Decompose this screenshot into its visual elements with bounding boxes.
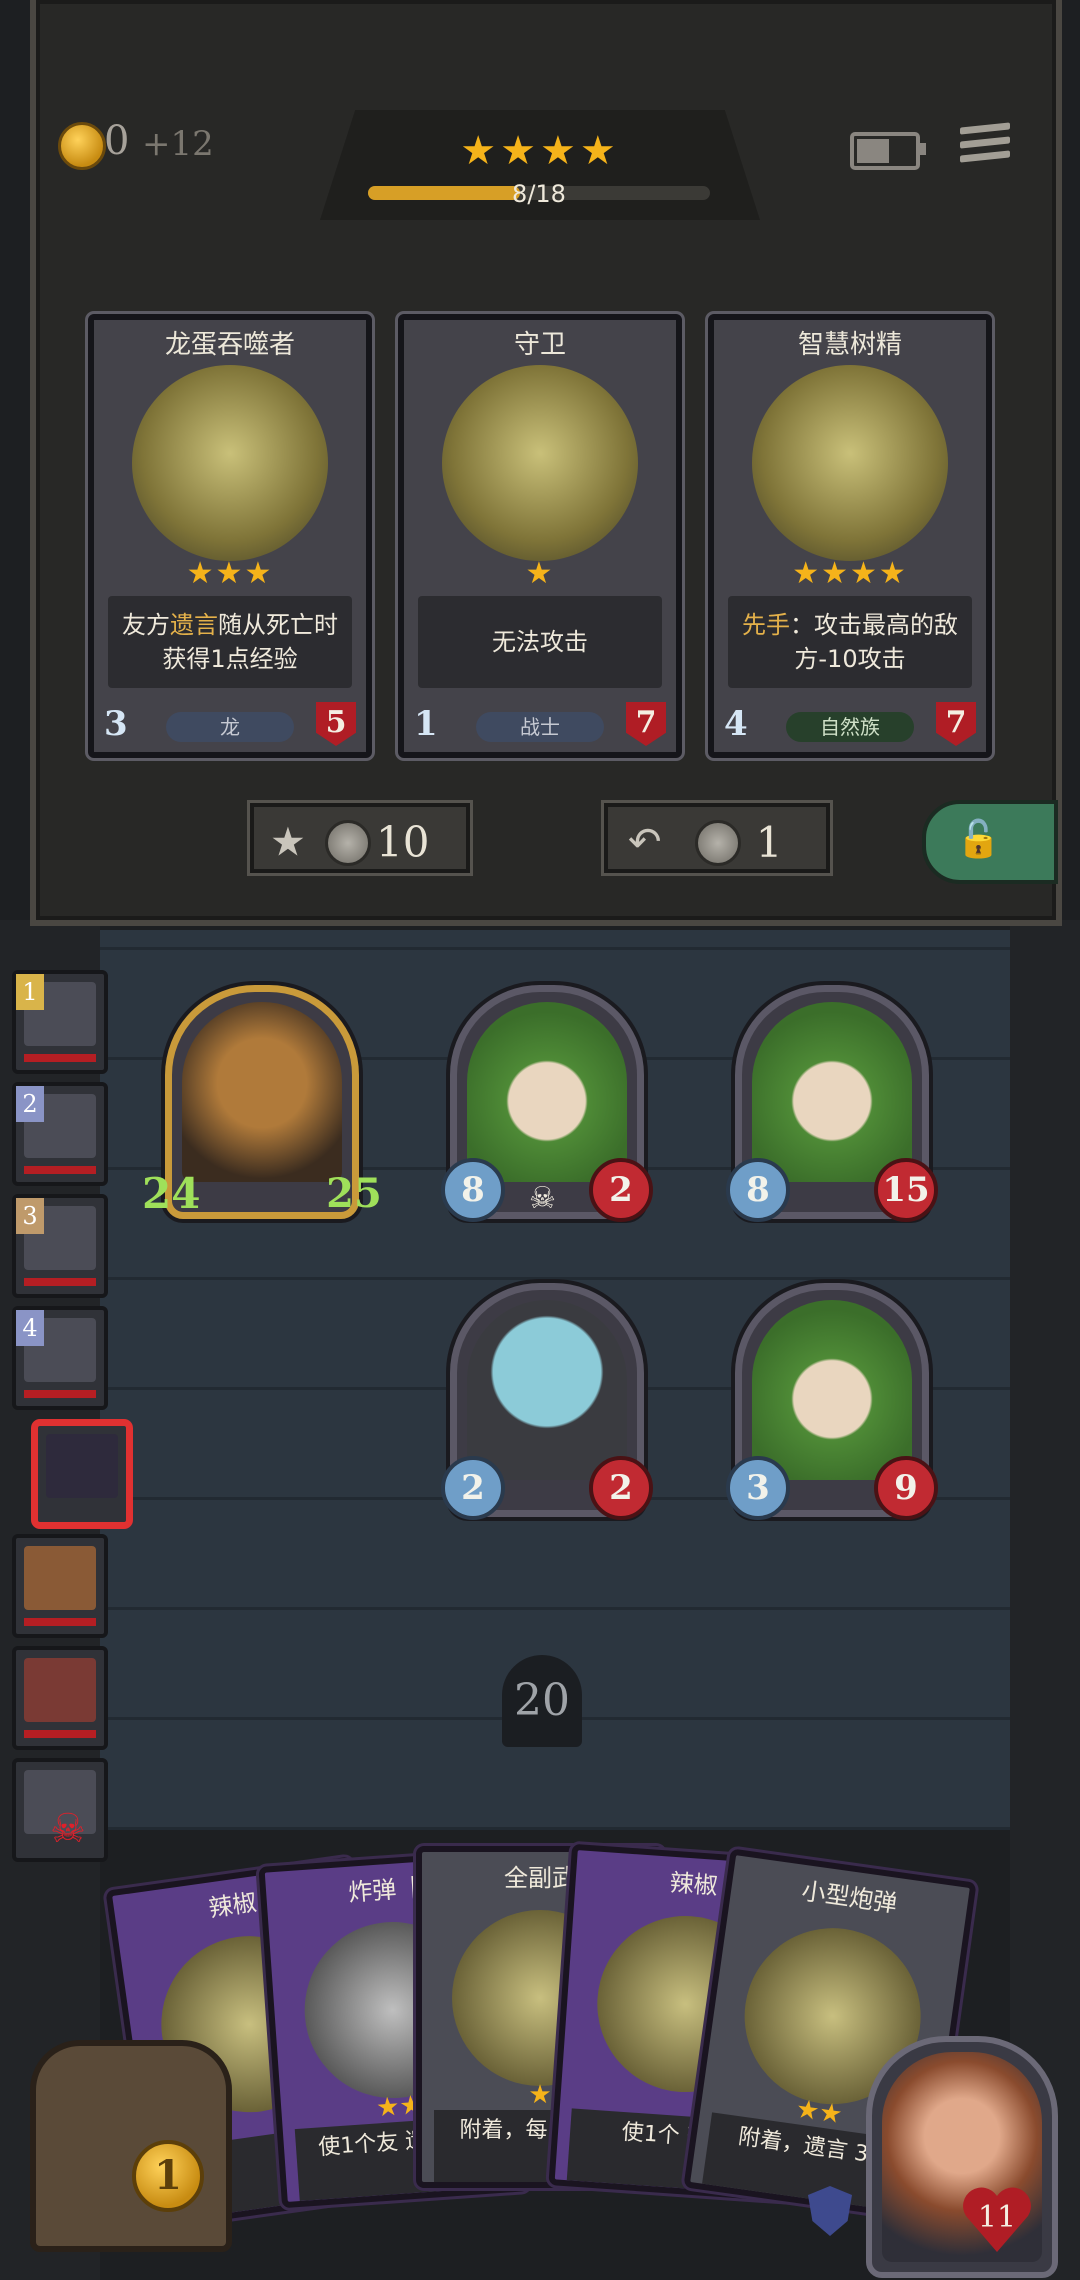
card-stars: ★	[525, 556, 555, 591]
player-avatar-current-opponent[interactable]	[34, 1422, 130, 1526]
hero-portrait[interactable]	[866, 2036, 1058, 2278]
board-minion[interactable]: 8 ☠ 2	[441, 985, 653, 1222]
card-attack: 4	[724, 704, 748, 744]
player-avatar[interactable]	[12, 1646, 108, 1750]
turn-timer: 20	[502, 1655, 582, 1747]
board-minion[interactable]: 8 15	[726, 985, 938, 1222]
refresh-icon: ↶	[628, 819, 662, 866]
lock-icon: 🔓	[956, 819, 1001, 860]
freeze-lock-button[interactable]: 🔓	[922, 800, 1058, 884]
card-description: 无法攻击	[418, 596, 662, 688]
minion-attack: 8	[726, 1158, 790, 1222]
minion-health: 9	[874, 1456, 938, 1520]
minion-attack: 24	[142, 1169, 201, 1218]
board-minion[interactable]: 3 9	[726, 1283, 938, 1520]
refresh-button[interactable]: ↶ 1	[604, 803, 830, 873]
refresh-cost: 1	[755, 817, 783, 867]
upgrade-tavern-button[interactable]: ★ 10	[250, 803, 470, 873]
upgrade-cost: 10	[376, 817, 430, 867]
gold-income: +12	[142, 124, 214, 164]
card-portrait	[442, 365, 638, 561]
armor-shield-icon	[808, 2186, 852, 2236]
deathrattle-skull-icon: ☠	[529, 1181, 556, 1216]
card-name: 龙蛋吞噬者	[164, 330, 295, 360]
minion-attack: 2	[441, 1456, 505, 1520]
minion-portrait	[752, 1002, 912, 1182]
gold-coin-icon	[58, 122, 106, 170]
card-health: 7	[626, 702, 666, 746]
card-health: 7	[936, 702, 976, 746]
minion-health: 15	[874, 1158, 938, 1222]
coin-icon	[694, 819, 741, 866]
treasure-chest-button[interactable]	[30, 2040, 232, 2252]
minion-portrait	[182, 1002, 342, 1182]
coin-icon	[324, 819, 371, 866]
star-up-icon: ★	[270, 819, 306, 866]
minion-health: 2	[589, 1158, 653, 1222]
gold-amount: 0	[104, 118, 130, 164]
card-tribe: 龙	[166, 712, 294, 742]
shop-card[interactable]: 智慧树精 ★★★★ 先手：攻击最高的敌方-10攻击 4 自然族 7	[708, 314, 992, 758]
tavern-tier-stars: ★★★★	[460, 128, 620, 174]
player-avatar[interactable]: 4	[12, 1306, 108, 1410]
player-rank: 1	[16, 974, 44, 1010]
battery-icon	[850, 132, 926, 170]
player-rank: 2	[16, 1086, 44, 1122]
chest-coin-count: 1	[132, 2140, 204, 2212]
minion-portrait	[752, 1300, 912, 1480]
minion-health: 25	[326, 1170, 382, 1217]
skull-icon: ☠	[50, 1806, 86, 1852]
hand-card-name: 小型炮弹	[799, 1876, 899, 1918]
player-avatar-eliminated[interactable]: ☠	[12, 1758, 108, 1862]
player-avatar[interactable]: 3	[12, 1194, 108, 1298]
player-avatar[interactable]	[12, 1534, 108, 1638]
minion-attack: 8	[441, 1158, 505, 1222]
player-avatar[interactable]: 2	[12, 1082, 108, 1186]
player-avatar[interactable]: 1	[12, 970, 108, 1074]
card-portrait	[752, 365, 948, 561]
card-health: 5	[316, 702, 356, 746]
player-rank: 4	[16, 1310, 44, 1346]
minion-health: 2	[589, 1456, 653, 1520]
card-description: 先手：攻击最高的敌方-10攻击	[728, 596, 972, 688]
card-tribe: 自然族	[786, 712, 914, 742]
card-description: 友方遗言随从死亡时获得1点经验	[108, 596, 352, 688]
board-minion[interactable]: 2 2	[441, 1283, 653, 1520]
shop-card[interactable]: 龙蛋吞噬者 ★★★ 友方遗言随从死亡时获得1点经验 3 龙 5	[88, 314, 372, 758]
card-stars: ★★★★	[792, 556, 908, 591]
shop-card[interactable]: 守卫 ★ 无法攻击 1 战士 7	[398, 314, 682, 758]
xp-text: 8/18	[512, 180, 566, 208]
card-attack: 1	[414, 704, 438, 744]
card-name: 智慧树精	[797, 330, 902, 360]
board-minion[interactable]: 24 25	[142, 985, 382, 1219]
minion-attack: 3	[726, 1456, 790, 1520]
card-tribe: 战士	[476, 712, 604, 742]
menu-button[interactable]	[960, 122, 1010, 171]
minion-portrait	[467, 1002, 627, 1182]
minion-portrait	[467, 1300, 627, 1480]
player-rank: 3	[16, 1198, 44, 1234]
card-portrait	[132, 365, 328, 561]
card-name: 守卫	[513, 330, 566, 360]
card-attack: 3	[104, 704, 128, 744]
card-stars: ★★★	[186, 556, 274, 591]
